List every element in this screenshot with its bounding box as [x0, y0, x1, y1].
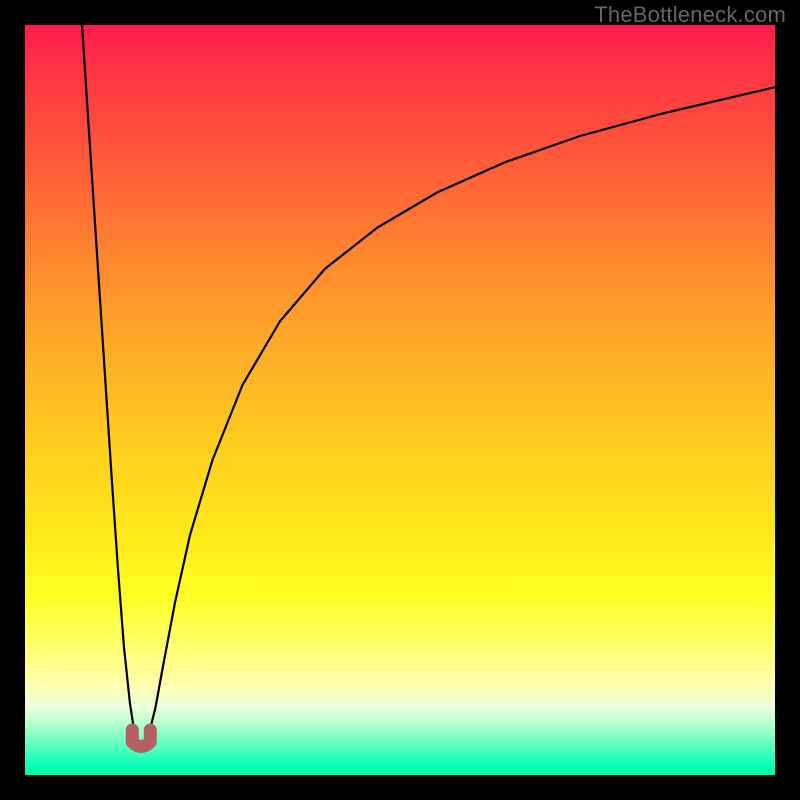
watermark-text: TheBottleneck.com: [594, 2, 786, 28]
chart-plot-area: [25, 25, 775, 775]
bottleneck-curve: [82, 25, 775, 745]
chart-svg: [25, 25, 775, 775]
chart-frame: TheBottleneck.com: [0, 0, 800, 800]
minimum-marker-icon: [132, 730, 150, 747]
